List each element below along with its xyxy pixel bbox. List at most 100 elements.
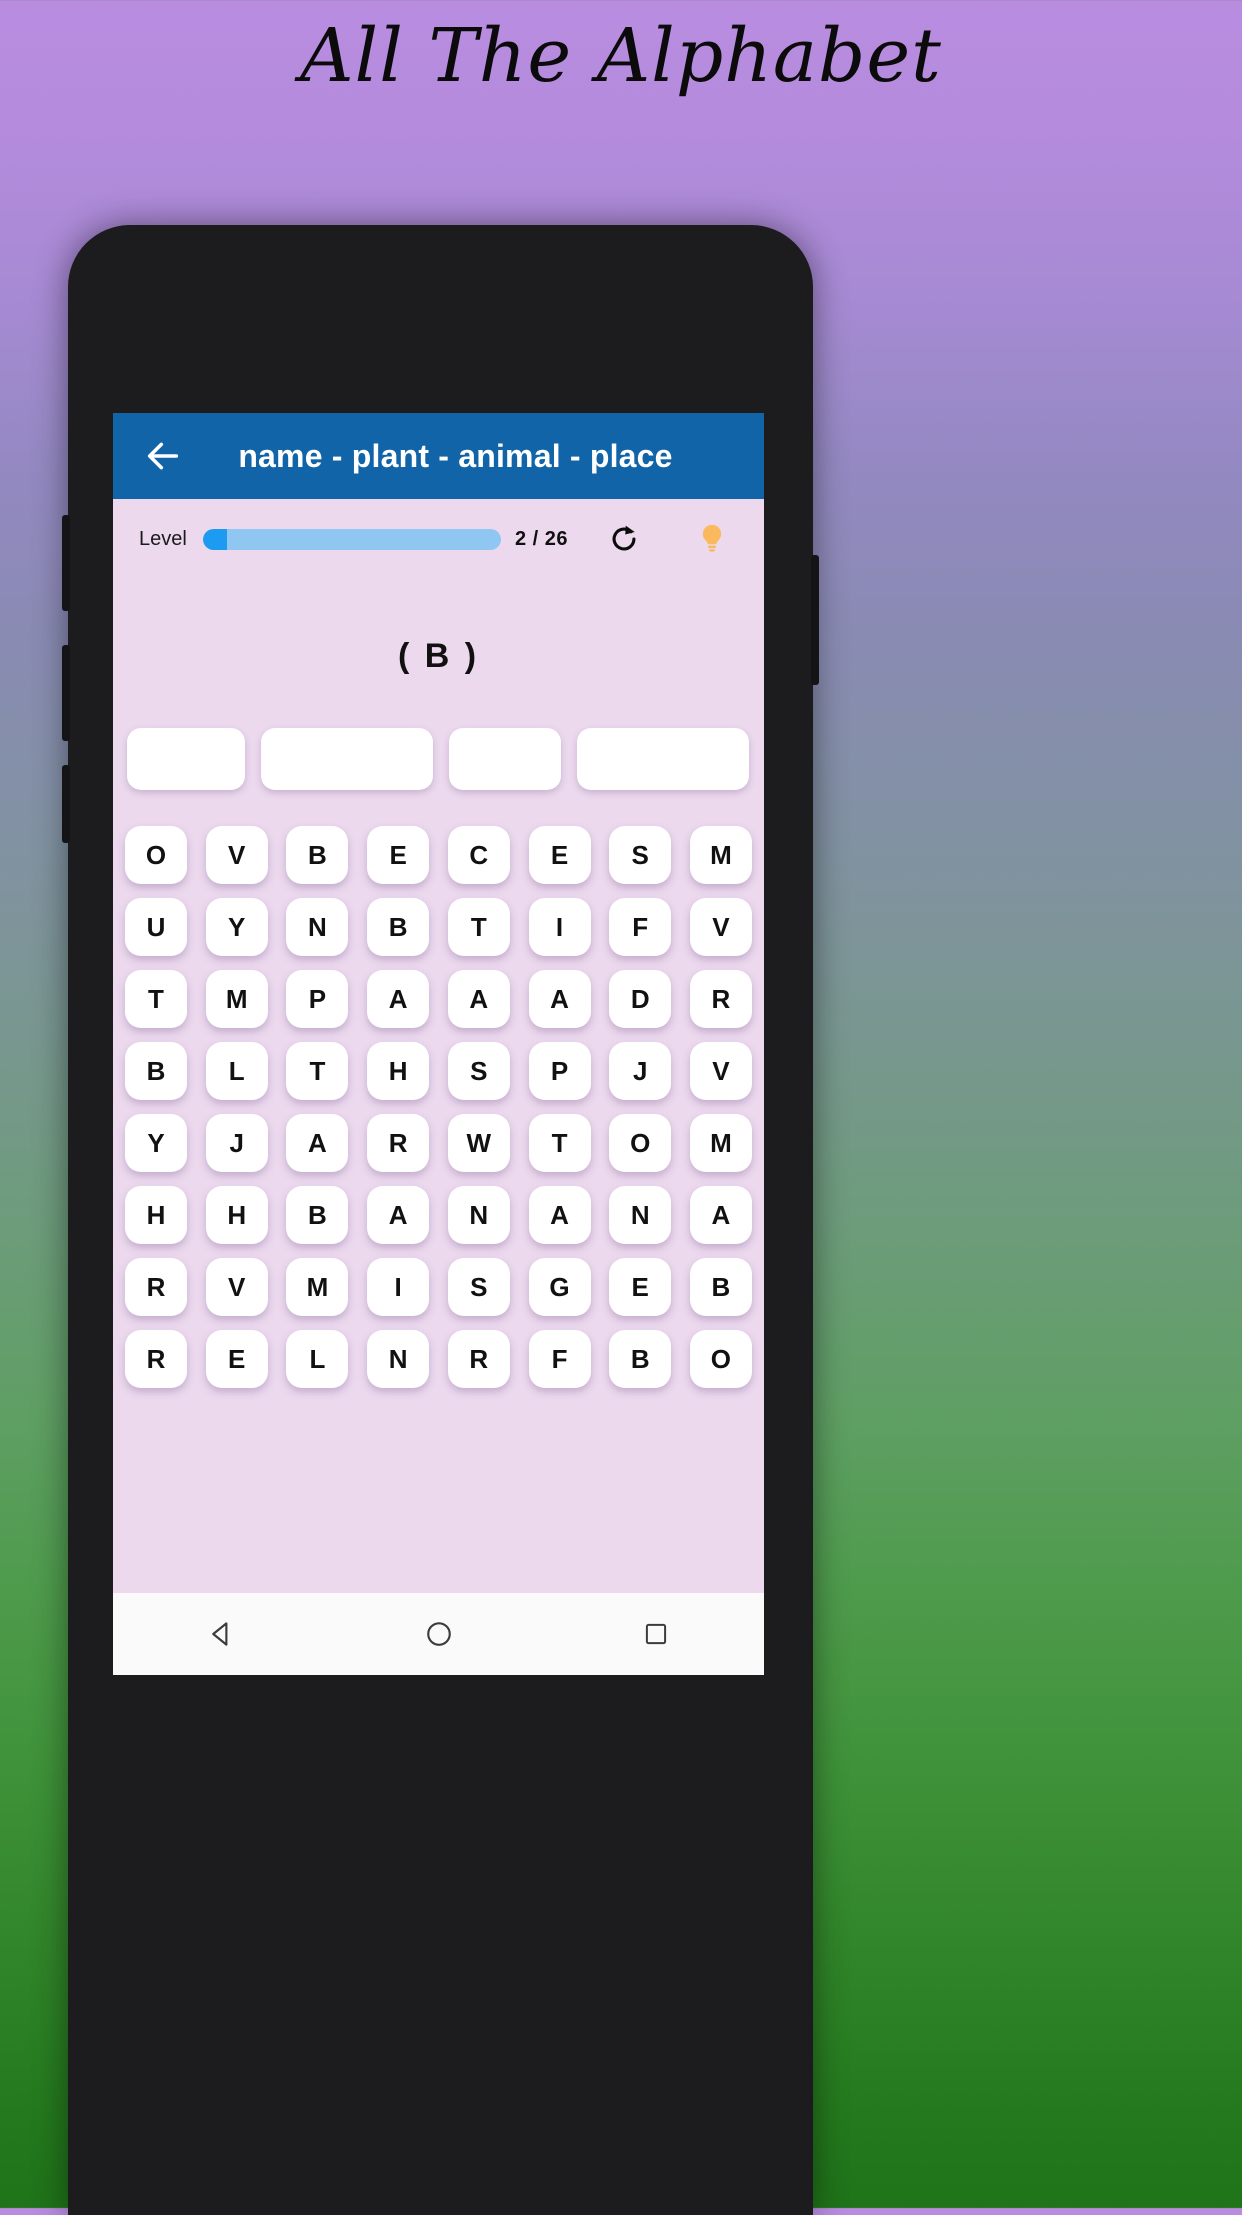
letter-tile[interactable]: R	[367, 1114, 430, 1172]
letter-tile[interactable]: R	[125, 1330, 187, 1388]
letter-tile[interactable]: E	[367, 826, 430, 884]
letter-tile[interactable]: V	[205, 1258, 268, 1316]
letter-tile[interactable]: O	[609, 1114, 672, 1172]
level-progress-bar	[202, 528, 501, 550]
letter-tile[interactable]: H	[367, 1042, 430, 1100]
letter-tile[interactable]: E	[609, 1258, 672, 1316]
letter-tile[interactable]: A	[367, 970, 430, 1028]
refresh-icon[interactable]	[598, 513, 650, 565]
letter-tile[interactable]: F	[528, 1330, 591, 1388]
letter-tile[interactable]: P	[528, 1042, 591, 1100]
letter-tile[interactable]: N	[367, 1330, 430, 1388]
letter-tile[interactable]: U	[125, 898, 187, 956]
letter-tile[interactable]: M	[689, 826, 752, 884]
letter-tile[interactable]: E	[528, 826, 591, 884]
letter-tile[interactable]: A	[528, 970, 591, 1028]
letter-grid-row: RELNRFBO	[125, 1330, 752, 1388]
answer-slots-row	[113, 728, 764, 790]
letter-tile[interactable]: T	[447, 898, 510, 956]
level-counter: 2 / 26	[514, 527, 568, 550]
letter-tile[interactable]: M	[205, 970, 268, 1028]
letter-tile[interactable]: A	[689, 1186, 752, 1244]
letter-tile[interactable]: B	[689, 1258, 752, 1316]
letter-tile[interactable]: S	[447, 1042, 510, 1100]
letter-tile[interactable]: R	[125, 1258, 187, 1316]
letter-tile[interactable]: M	[689, 1114, 752, 1172]
letter-tile[interactable]: V	[689, 898, 752, 956]
phone-device-frame: name - plant - animal - place Level 2 / …	[62, 225, 819, 2215]
letter-tile[interactable]: S	[447, 1258, 510, 1316]
nav-recents-square-icon[interactable]	[626, 1604, 686, 1664]
letter-grid-row: OVBECESM	[125, 826, 752, 884]
letter-tile[interactable]: L	[286, 1330, 349, 1388]
letter-tile[interactable]: I	[528, 898, 591, 956]
letter-tile[interactable]: A	[367, 1186, 430, 1244]
letter-tile[interactable]: B	[609, 1330, 672, 1388]
letter-grid-row: BLTHSPJV	[125, 1042, 752, 1100]
letter-tile[interactable]: M	[286, 1258, 349, 1316]
volume-down-button[interactable]	[62, 645, 70, 741]
android-navigation-bar	[113, 1593, 764, 1675]
letter-grid: OVBECESMUYNBTIFVTMPAAADRBLTHSPJVYJARWTOM…	[113, 826, 764, 1388]
letter-tile[interactable]: J	[609, 1042, 672, 1100]
letter-tile[interactable]: J	[205, 1114, 268, 1172]
letter-tile[interactable]: E	[205, 1330, 268, 1388]
letter-tile[interactable]: T	[528, 1114, 591, 1172]
letter-tile[interactable]: W	[447, 1114, 510, 1172]
letter-tile[interactable]: A	[528, 1186, 591, 1244]
letter-tile[interactable]: H	[125, 1186, 187, 1244]
app-header-bar: name - plant - animal - place	[113, 413, 764, 499]
level-progress-fill	[202, 528, 227, 550]
letter-tile[interactable]: F	[609, 898, 672, 956]
answer-slot[interactable]	[449, 728, 561, 790]
letter-tile[interactable]: B	[367, 898, 430, 956]
app-screen: name - plant - animal - place Level 2 / …	[113, 413, 764, 1593]
letter-tile[interactable]: T	[286, 1042, 349, 1100]
letter-tile[interactable]: B	[286, 1186, 349, 1244]
letter-tile[interactable]: A	[447, 970, 510, 1028]
letter-tile[interactable]: R	[689, 970, 752, 1028]
answer-slot[interactable]	[127, 728, 245, 790]
answer-slot[interactable]	[577, 728, 749, 790]
letter-grid-row: RVMISGEB	[125, 1258, 752, 1316]
letter-tile[interactable]: B	[286, 826, 349, 884]
letter-tile[interactable]: B	[125, 1042, 187, 1100]
letter-tile[interactable]: P	[286, 970, 349, 1028]
power-button[interactable]	[811, 555, 819, 685]
answer-slot[interactable]	[261, 728, 433, 790]
app-header-title: name - plant - animal - place	[238, 437, 673, 474]
letter-tile[interactable]: N	[609, 1186, 672, 1244]
letter-tile[interactable]: G	[528, 1258, 591, 1316]
level-progress-row: Level 2 / 26	[113, 499, 764, 579]
letter-tile[interactable]: A	[286, 1114, 349, 1172]
letter-tile[interactable]: T	[125, 970, 187, 1028]
letter-tile[interactable]: C	[447, 826, 510, 884]
letter-grid-row: YJARWTOM	[125, 1114, 752, 1172]
letter-tile[interactable]: N	[286, 898, 349, 956]
page-title: All The Alphabet	[300, 13, 942, 99]
letter-tile[interactable]: V	[205, 826, 268, 884]
letter-tile[interactable]: O	[689, 1330, 752, 1388]
letter-tile[interactable]: N	[447, 1186, 510, 1244]
letter-tile[interactable]: S	[609, 826, 672, 884]
nav-home-circle-icon[interactable]	[409, 1604, 469, 1664]
volume-up-button[interactable]	[62, 515, 70, 611]
letter-grid-row: HHBANANA	[125, 1186, 752, 1244]
letter-tile[interactable]: O	[125, 826, 187, 884]
letter-grid-row: TMPAAADR	[125, 970, 752, 1028]
lightbulb-icon[interactable]	[686, 513, 738, 565]
level-label: Level	[139, 527, 187, 550]
letter-tile[interactable]: Y	[205, 898, 268, 956]
letter-tile[interactable]: H	[205, 1186, 268, 1244]
letter-tile[interactable]: Y	[125, 1114, 187, 1172]
back-arrow-icon[interactable]	[141, 434, 185, 478]
mute-switch-button[interactable]	[62, 765, 70, 843]
letter-tile[interactable]: L	[205, 1042, 268, 1100]
current-letter-prompt: ( B )	[397, 637, 480, 675]
letter-tile[interactable]: D	[609, 970, 672, 1028]
letter-tile[interactable]: I	[367, 1258, 430, 1316]
letter-tile[interactable]: V	[689, 1042, 752, 1100]
letter-grid-row: UYNBTIFV	[125, 898, 752, 956]
letter-tile[interactable]: R	[447, 1330, 510, 1388]
nav-back-triangle-icon[interactable]	[192, 1604, 252, 1664]
